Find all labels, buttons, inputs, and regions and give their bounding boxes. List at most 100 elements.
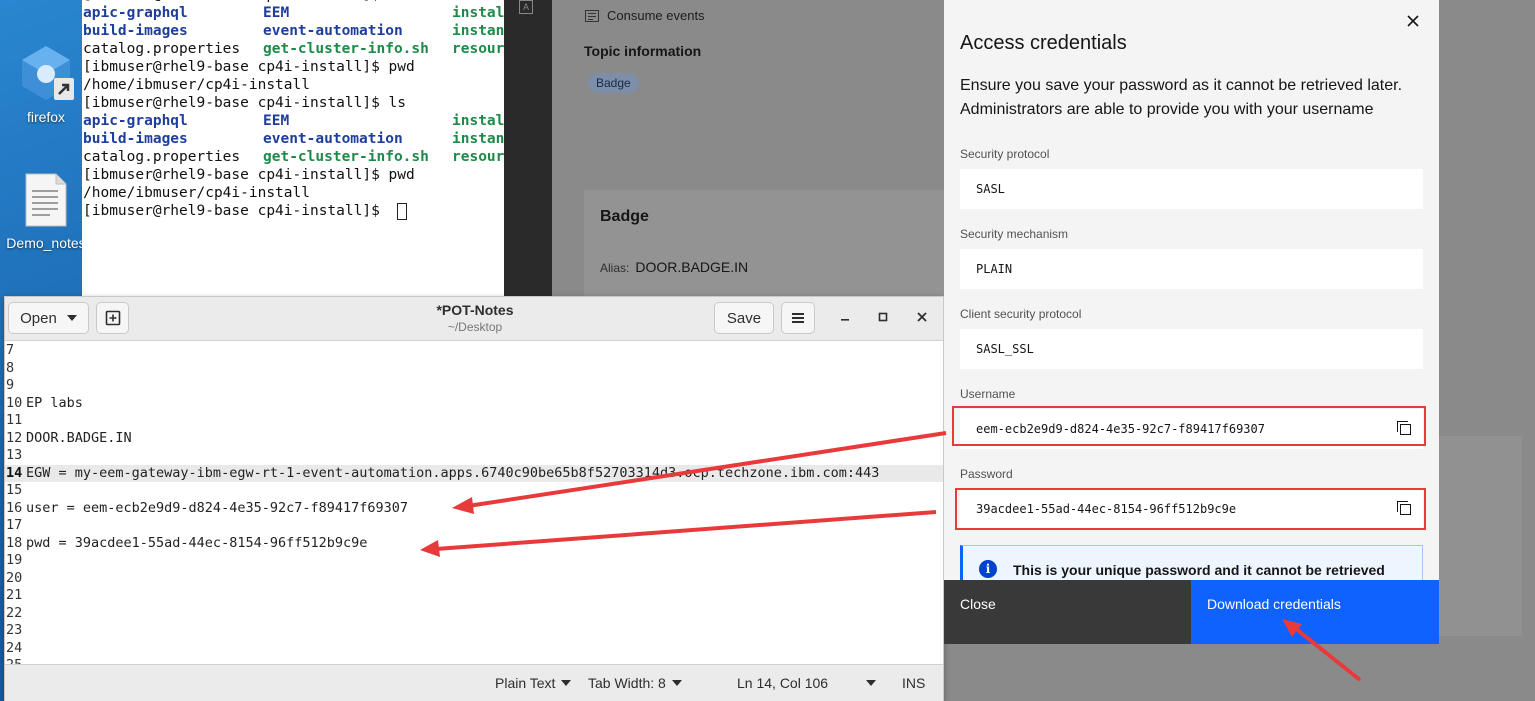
line-number: 7 (6, 342, 15, 358)
editor-line: 7 (5, 342, 943, 360)
topic-alias: Alias: DOOR.BADGE.IN (600, 259, 748, 275)
editor-line: 19 (5, 552, 943, 570)
security-protocol-field[interactable]: SASL (960, 169, 1423, 209)
terminal-line: [ibmuser@rhel9-base cp4i-install]$ ls (82, 94, 504, 112)
client-security-protocol-field[interactable]: SASL_SSL (960, 329, 1423, 369)
terminal-text: catalog.properties (83, 41, 241, 57)
line-number: 14 (6, 464, 23, 481)
chevron-down-icon (561, 680, 572, 686)
document-icon (585, 9, 599, 22)
terminal-text: resour (452, 149, 504, 165)
desktop-icon-demo-notes[interactable]: Demo_notes (6, 172, 86, 251)
open-button-label: Open (20, 309, 57, 327)
editor-line: 20 (5, 570, 943, 588)
line-number: 12 (6, 429, 23, 446)
save-button-label: Save (726, 309, 762, 327)
terminal-window[interactable]: [ibmuser@rhel9-base cp4i-install]$ lsapi… (82, 0, 504, 296)
new-tab-button[interactable] (96, 302, 129, 334)
terminal-text: [ibmuser@rhel9-base cp4i-install]$ pwd (83, 59, 415, 75)
client-security-protocol-value: SASL_SSL (976, 342, 1034, 356)
editor-line: 17 (5, 517, 943, 535)
terminal-text: apic-graphql (83, 113, 188, 129)
password-notice: i This is your unique password and it ca… (960, 545, 1423, 581)
editor-line: 24 (5, 640, 943, 658)
notice-text: This is your unique password and it cann… (1013, 562, 1385, 578)
terminal-text: get-cluster-info.sh (263, 41, 429, 57)
terminal-line: build-images event-automation instan (82, 22, 504, 40)
line-number: 10 (6, 394, 23, 411)
panel-title: Access credentials (960, 32, 1127, 54)
security-protocol-value: SASL (976, 182, 1005, 196)
terminal-line: [ibmuser@rhel9-base cp4i-install]$ (82, 202, 504, 220)
line-number: 9 (6, 377, 15, 393)
terminal-line: apic-graphql EEM instal (82, 112, 504, 130)
terminal-text: catalog.properties (83, 149, 241, 165)
security-mechanism-value: PLAIN (976, 262, 1013, 276)
firefox-icon (6, 44, 86, 105)
sidebar-icon[interactable]: A (519, 0, 533, 14)
topic-card-title: Badge (600, 208, 649, 225)
text-editor-window[interactable]: Open *POT-Notes ~/Desktop Save 7 8 9 10 EP l… (4, 296, 944, 701)
menu-button[interactable] (781, 302, 815, 334)
close-button[interactable]: Close (944, 580, 1191, 644)
terminal-text: instan (452, 131, 504, 147)
line-number: 18 (6, 534, 23, 551)
terminal-line: apic-graphql EEM instal (82, 4, 504, 22)
alias-label: Alias: (600, 261, 630, 275)
close-button-label: Close (960, 596, 996, 612)
terminal-text: /home/ibmuser/cp4i-install (83, 185, 310, 201)
editor-line: 14 EGW = my-eem-gateway-ibm-egw-rt-1-even… (5, 464, 943, 482)
tab-width-selector[interactable]: Tab Width: 8 (588, 675, 682, 691)
download-credentials-button[interactable]: Download credentials (1191, 580, 1439, 644)
terminal-text: /home/ibmuser/cp4i-install (83, 77, 310, 93)
document-title: *POT-Notes (436, 302, 514, 318)
line-number: 24 (6, 639, 23, 656)
maximize-button[interactable] (873, 309, 893, 326)
panel-close-button[interactable] (1406, 12, 1420, 33)
terminal-text: build-images (83, 131, 188, 147)
close-icon (1407, 15, 1419, 27)
editor-line: 21 (5, 587, 943, 605)
terminal-line: [ibmuser@rhel9-base cp4i-install]$ pwd (82, 166, 504, 184)
editor-line: 15 (5, 482, 943, 500)
maximize-icon (878, 312, 888, 322)
line-number: 13 (6, 447, 23, 463)
insert-mode-indicator: INS (902, 675, 926, 691)
alias-value: DOOR.BADGE.IN (635, 259, 749, 275)
topic-tag: Badge (588, 73, 639, 93)
line-text: DOOR.BADGE.IN (26, 429, 132, 446)
editor-line: 16 user = eem-ecb2e9d9-d824-4e35-92c7-f89… (5, 500, 943, 518)
chevron-down-icon (671, 680, 682, 686)
terminal-text: EEM (263, 113, 290, 129)
terminal-text: event-automation (263, 23, 403, 39)
cursor-position-selector[interactable]: Ln 14, Col 106 (737, 675, 877, 691)
terminal-line: catalog.properties get-cluster-info.sh res… (82, 40, 504, 58)
language-selector[interactable]: Plain Text (495, 675, 572, 691)
minimize-button[interactable] (835, 309, 855, 326)
open-button[interactable]: Open (8, 302, 89, 334)
topic-information-heading: Topic information (584, 43, 702, 59)
security-mechanism-field[interactable]: PLAIN (960, 249, 1423, 289)
password-label: Password (960, 467, 1013, 481)
topic-card (584, 190, 964, 300)
save-button[interactable]: Save (714, 302, 774, 334)
consume-events-label: Consume events (607, 8, 705, 23)
username-label: Username (960, 387, 1016, 401)
cursor-position-label: Ln 14, Col 106 (737, 675, 829, 691)
editor-text-area[interactable]: 7 8 9 10 EP labs 11 12 DOOR.BADGE.IN 13 14 EGW = m… (5, 342, 943, 664)
terminal-text: instal (452, 113, 504, 129)
desktop-icon-firefox[interactable]: firefox (6, 44, 86, 125)
terminal-text: apic-graphql (83, 5, 188, 21)
terminal-line: /home/ibmuser/cp4i-install (82, 76, 504, 94)
tab-width-label: Tab Width: 8 (588, 675, 666, 691)
consume-events-link[interactable]: Consume events (585, 8, 705, 23)
editor-headerbar: Open *POT-Notes ~/Desktop Save (5, 297, 943, 341)
editor-line: 18 pwd = 39acdee1-55ad-44ec-8154-96ff512b… (5, 535, 943, 553)
editor-line: 11 (5, 412, 943, 430)
close-window-button[interactable] (912, 309, 932, 326)
terminal-cursor (397, 203, 407, 220)
terminal-line: /home/ibmuser/cp4i-install (82, 184, 504, 202)
editor-line: 9 (5, 377, 943, 395)
editor-line: 12 DOOR.BADGE.IN (5, 430, 943, 448)
line-number: 21 (6, 587, 23, 603)
